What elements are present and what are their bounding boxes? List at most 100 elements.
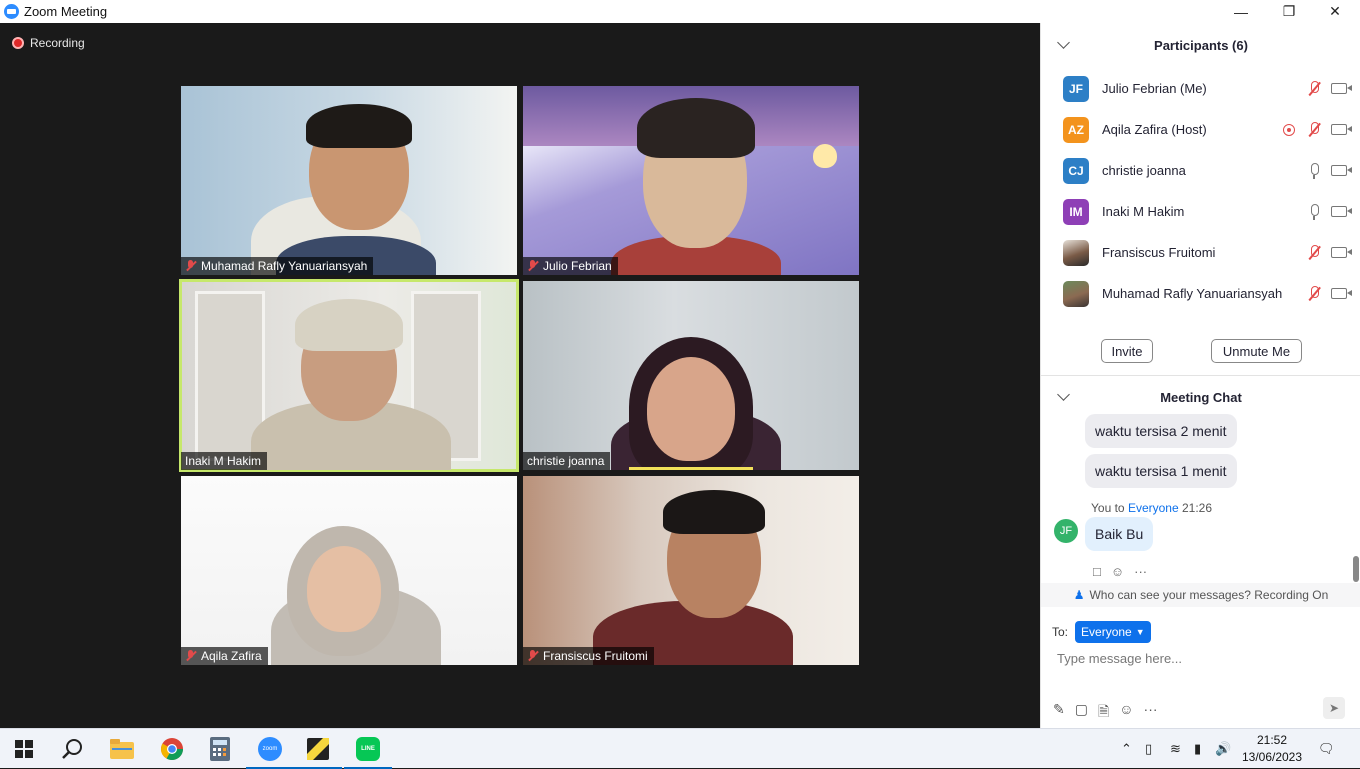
video-camera-icon[interactable] bbox=[1331, 247, 1352, 258]
recording-label: Recording bbox=[30, 36, 85, 50]
windows-start-icon[interactable] bbox=[0, 729, 48, 769]
video-camera-icon[interactable] bbox=[1331, 124, 1352, 135]
video-camera-icon[interactable] bbox=[1331, 206, 1352, 217]
emoji-reaction-icon[interactable]: ☺ bbox=[1111, 564, 1124, 579]
video-camera-icon[interactable] bbox=[1331, 165, 1352, 176]
participant-row[interactable]: IM Inaki M Hakim bbox=[1041, 191, 1360, 232]
reply-icon[interactable]: □ bbox=[1093, 564, 1101, 579]
calculator-icon[interactable] bbox=[196, 729, 244, 769]
tile-name: Muhamad Rafly Yanuariansyah bbox=[201, 259, 368, 273]
message-visibility-note[interactable]: ♟ Who can see your messages? Recording O… bbox=[1041, 583, 1360, 607]
line-app-icon[interactable]: LINE bbox=[344, 729, 392, 769]
search-icon[interactable] bbox=[48, 729, 96, 769]
audio-level-bar bbox=[629, 467, 753, 470]
chat-toolbar: ✎ ▢ 🗎 ☺ ··· bbox=[1053, 701, 1158, 725]
participant-row[interactable]: Muhamad Rafly Yanuariansyah bbox=[1041, 273, 1360, 314]
invite-button[interactable]: Invite bbox=[1101, 339, 1153, 363]
file-icon[interactable]: 🗎 bbox=[1098, 701, 1109, 725]
participant-row[interactable]: CJ christie joanna bbox=[1041, 150, 1360, 191]
participant-name: Inaki M Hakim bbox=[1102, 204, 1185, 219]
visibility-note-text: Who can see your messages? Recording On bbox=[1089, 588, 1329, 602]
notification-icon[interactable]: 🗨 bbox=[1318, 741, 1335, 757]
minimize-icon[interactable]: — bbox=[1218, 0, 1264, 23]
message-input[interactable] bbox=[1057, 651, 1347, 666]
mic-muted-icon[interactable] bbox=[1307, 245, 1321, 261]
video-tile[interactable]: Julio Febrian bbox=[523, 86, 859, 275]
chat-header: Meeting Chat bbox=[1041, 377, 1360, 417]
avatar: IM bbox=[1063, 198, 1089, 225]
chat-message-meta: You to Everyone 21:26 bbox=[1091, 501, 1212, 515]
person-hair bbox=[663, 490, 765, 534]
restore-icon[interactable]: ❐ bbox=[1266, 0, 1312, 23]
participant-row[interactable]: JF Julio Febrian (Me) bbox=[1041, 68, 1360, 109]
file-explorer-icon[interactable] bbox=[98, 729, 146, 769]
recipient-value: Everyone bbox=[1081, 625, 1132, 639]
sticky-notes-icon[interactable] bbox=[294, 729, 342, 769]
tile-name: Aqila Zafira bbox=[201, 649, 262, 663]
tile-name-tag: Aqila Zafira bbox=[181, 647, 268, 665]
chat-avatar: JF bbox=[1054, 519, 1078, 543]
screenshot-icon[interactable]: ▢ bbox=[1075, 701, 1088, 725]
format-text-icon[interactable]: ✎ bbox=[1053, 701, 1065, 725]
emoji-icon[interactable]: ☺ bbox=[1119, 701, 1133, 725]
avatar-photo bbox=[1063, 239, 1089, 266]
send-icon[interactable]: ➤ bbox=[1323, 697, 1345, 719]
chat-meta-to[interactable]: Everyone bbox=[1128, 501, 1179, 515]
video-camera-icon[interactable] bbox=[1331, 83, 1352, 94]
zoom-taskbar-icon[interactable]: zoom bbox=[246, 729, 294, 769]
mic-muted-icon bbox=[527, 650, 539, 662]
tile-name-tag: christie joanna bbox=[523, 452, 611, 470]
chevron-down-icon[interactable] bbox=[1057, 388, 1070, 401]
video-camera-icon[interactable] bbox=[1331, 288, 1352, 299]
record-icon bbox=[12, 37, 24, 49]
more-options-icon[interactable]: ··· bbox=[1134, 564, 1147, 579]
participant-row[interactable]: AZ Aqila Zafira (Host) bbox=[1041, 109, 1360, 150]
unmute-me-button[interactable]: Unmute Me bbox=[1211, 339, 1302, 363]
battery-icon[interactable]: ▯ bbox=[1145, 741, 1152, 757]
chat-messages: waktu tersisa 2 menit waktu tersisa 1 me… bbox=[1041, 414, 1351, 606]
system-clock[interactable]: 21:52 13/06/2023 bbox=[1238, 732, 1306, 766]
mic-muted-icon[interactable] bbox=[1307, 286, 1321, 302]
chrome-icon[interactable] bbox=[148, 729, 196, 769]
zoom-window: Zoom Meeting — ❐ ✕ Recording Muhamad Raf… bbox=[0, 0, 1360, 728]
recipient-dropdown[interactable]: Everyone ▼ bbox=[1075, 621, 1151, 643]
chat-scrollbar[interactable] bbox=[1353, 556, 1359, 582]
windows-taskbar: zoom LINE ⌃ ▯ ≋ ▮ 🔊 21:52 13/06/2023 🗨 bbox=[0, 728, 1360, 769]
participant-name: Aqila Zafira (Host) bbox=[1102, 122, 1207, 137]
mic-muted-icon bbox=[527, 260, 539, 272]
line-taskbar-label: LINE bbox=[356, 737, 380, 761]
mic-icon[interactable] bbox=[1309, 163, 1319, 179]
chevron-up-icon[interactable]: ⌃ bbox=[1121, 741, 1132, 757]
mic-icon[interactable] bbox=[1309, 204, 1319, 220]
zoom-taskbar-label: zoom bbox=[258, 737, 282, 761]
participant-name: christie joanna bbox=[1102, 163, 1186, 178]
person-hair bbox=[306, 104, 412, 148]
video-tile[interactable]: Muhamad Rafly Yanuariansyah bbox=[181, 86, 517, 275]
chevron-down-icon[interactable] bbox=[1057, 36, 1070, 49]
video-tile[interactable]: christie joanna bbox=[523, 281, 859, 470]
close-icon[interactable]: ✕ bbox=[1312, 0, 1358, 23]
participant-name: Julio Febrian (Me) bbox=[1102, 81, 1207, 96]
tile-name: christie joanna bbox=[527, 454, 605, 468]
chat-meta-from: You to bbox=[1091, 501, 1125, 515]
chat-message-self: Baik Bu bbox=[1085, 517, 1154, 551]
participant-row[interactable]: Fransiscus Fruitomi bbox=[1041, 232, 1360, 273]
video-tile[interactable]: Aqila Zafira bbox=[181, 476, 517, 665]
mic-muted-icon bbox=[185, 260, 197, 272]
video-tile[interactable]: Fransiscus Fruitomi bbox=[523, 476, 859, 665]
people-icon: ♟ bbox=[1073, 588, 1085, 602]
microphone-icon[interactable]: ▮ bbox=[1194, 741, 1201, 757]
chevron-down-icon: ▼ bbox=[1135, 627, 1145, 637]
chat-message: waktu tersisa 2 menit bbox=[1085, 414, 1237, 448]
recording-indicator[interactable]: Recording bbox=[12, 36, 85, 50]
speaker-icon[interactable]: 🔊 bbox=[1215, 741, 1231, 757]
more-options-icon[interactable]: ··· bbox=[1144, 701, 1158, 725]
video-gallery: Recording Muhamad Rafly Yanuariansyah Ju… bbox=[0, 23, 1040, 728]
recipient-row: To: Everyone ▼ bbox=[1052, 621, 1151, 643]
mic-muted-icon[interactable] bbox=[1307, 81, 1321, 97]
mic-muted-icon bbox=[185, 650, 197, 662]
wifi-icon[interactable]: ≋ bbox=[1170, 741, 1181, 757]
mic-muted-icon[interactable] bbox=[1307, 122, 1321, 138]
video-tile-active-speaker[interactable]: Inaki M Hakim bbox=[179, 279, 519, 472]
to-label: To: bbox=[1052, 625, 1069, 639]
